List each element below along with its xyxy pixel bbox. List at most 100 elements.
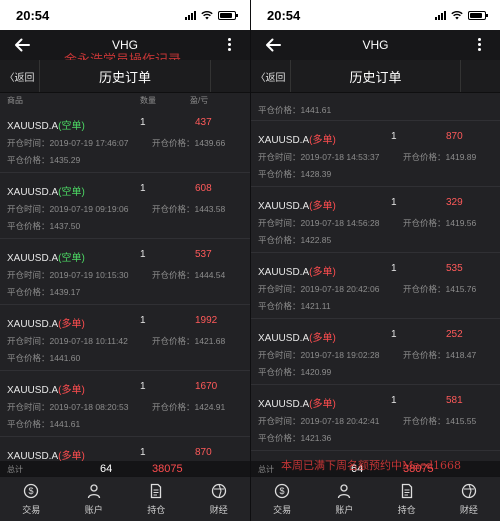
- open-time-value: 2019-07-18 10:11:42: [49, 336, 128, 346]
- return-button[interactable]: 〈返回: [251, 60, 291, 92]
- list-item-partial[interactable]: 平仓价格：1441.61: [251, 93, 500, 121]
- order-direction: (多单): [309, 201, 336, 212]
- open-price-value: 1419.56: [445, 218, 477, 228]
- tab-bar: $ 交易 账户 持仓 财经: [251, 476, 500, 521]
- dollar-coin-icon: $: [23, 483, 39, 501]
- open-price: 开仓价格：1415.55: [403, 415, 476, 427]
- battery-icon: [218, 10, 238, 20]
- open-price-value: 1421.68: [194, 336, 226, 346]
- phone-screen-right: 20:54 VHG 〈返回 历史订单 平仓价格：1441.61 XAUUSD.A…: [250, 0, 500, 521]
- open-time-value: 2019-07-19 10:15:30: [49, 270, 129, 280]
- total-label: 总计: [258, 464, 274, 474]
- order-profit: 537: [195, 249, 212, 260]
- order-quantity: 1: [140, 315, 146, 326]
- order-item[interactable]: XAUUSD.A(多单) 1 870 开仓时间：2019-07-18 14:53:37…: [251, 121, 500, 187]
- tab-dollar-coin[interactable]: $ 交易: [0, 477, 63, 521]
- open-time-value: 2019-07-19 17:46:07: [49, 138, 129, 148]
- order-quantity: 1: [391, 329, 397, 340]
- order-quantity: 1: [140, 447, 146, 458]
- close-price-value: 1441.60: [49, 353, 81, 363]
- order-symbol: XAUUSD.A(多单): [258, 197, 336, 212]
- order-item[interactable]: XAUUSD.A(空单) 1 437 开仓时间：2019-07-19 17:46:07…: [0, 107, 250, 173]
- order-symbol: XAUUSD.A(空单): [7, 249, 85, 264]
- close-price: 平仓价格：1437.50: [7, 220, 80, 232]
- close-price-value: 1422.85: [300, 235, 332, 245]
- order-profit: 535: [446, 263, 463, 274]
- finance-globe-icon: [461, 483, 477, 501]
- back-arrow-icon[interactable]: [12, 35, 32, 55]
- close-price-label: 平仓价格：: [7, 221, 50, 231]
- open-price-label: 开仓价格：: [152, 204, 195, 214]
- tab-finance-globe[interactable]: 财经: [438, 477, 500, 521]
- battery-icon: [468, 10, 488, 20]
- symbol-code: XAUUSD.A: [258, 201, 310, 212]
- close-price-label: 平仓价格：: [258, 301, 301, 311]
- close-price-label: 平仓价格：: [7, 155, 50, 165]
- tab-finance-globe[interactable]: 财经: [188, 477, 251, 521]
- svg-text:$: $: [29, 486, 34, 496]
- open-time: 开仓时间：2019-07-18 19:02:28: [258, 349, 379, 361]
- order-profit: 870: [195, 447, 212, 458]
- order-quantity: 1: [140, 381, 146, 392]
- order-item[interactable]: XAUUSD.A(多单) 1 329 开仓时间：2019-07-18 14:56:28…: [251, 187, 500, 253]
- open-price-label: 开仓价格：: [403, 218, 446, 228]
- close-price-label: 平仓价格：: [7, 287, 50, 297]
- total-quantity: 64: [100, 463, 113, 475]
- order-list: XAUUSD.A(空单) 1 437 开仓时间：2019-07-19 17:46:07…: [0, 107, 250, 503]
- order-symbol: XAUUSD.A(多单): [258, 395, 336, 410]
- more-menu-icon[interactable]: [478, 38, 482, 51]
- order-profit: 581: [446, 395, 463, 406]
- close-price-label: 平仓价格：: [7, 419, 50, 429]
- order-profit: 1992: [195, 315, 218, 326]
- open-price-label: 开仓价格：: [152, 402, 195, 412]
- order-item[interactable]: XAUUSD.A(多单) 1 252 开仓时间：2019-07-18 19:02:28…: [251, 319, 500, 385]
- back-arrow-icon[interactable]: [263, 35, 283, 55]
- tab-label: 账户: [84, 504, 103, 515]
- open-time-value: 2019-07-18 20:42:06: [300, 284, 380, 294]
- order-item[interactable]: XAUUSD.A(多单) 1 535 开仓时间：2019-07-18 20:42:06…: [251, 253, 500, 319]
- svg-text:$: $: [280, 486, 285, 496]
- open-price: 开仓价格：1424.91: [152, 401, 225, 413]
- open-price-value: 1415.76: [445, 284, 477, 294]
- wifi-icon: [451, 11, 463, 20]
- header-right-slot: [210, 60, 250, 92]
- nav-title: VHG: [111, 38, 138, 52]
- order-direction: (空单): [58, 253, 85, 264]
- tab-document[interactable]: 持仓: [125, 477, 188, 521]
- open-price-value: 1424.91: [194, 402, 226, 412]
- order-item[interactable]: XAUUSD.A(空单) 1 537 开仓时间：2019-07-19 10:15:30…: [0, 239, 250, 305]
- close-price-label: 平仓价格：: [258, 367, 301, 377]
- order-direction: (空单): [58, 121, 85, 132]
- document-icon: [148, 483, 164, 501]
- close-price: 平仓价格：1435.29: [7, 154, 80, 166]
- order-profit: 1670: [195, 381, 218, 392]
- close-price: 平仓价格：1441.60: [7, 352, 80, 364]
- order-symbol: XAUUSD.A(多单): [7, 315, 85, 330]
- return-button[interactable]: 〈返回: [0, 60, 40, 92]
- close-price-value: 1439.17: [49, 287, 81, 297]
- open-time: 开仓时间：2019-07-18 20:42:06: [258, 283, 379, 295]
- open-time-value: 2019-07-18 19:02:28: [300, 350, 380, 360]
- tab-dollar-coin[interactable]: $ 交易: [251, 477, 313, 521]
- tab-person[interactable]: 账户: [63, 477, 126, 521]
- order-item[interactable]: XAUUSD.A(空单) 1 608 开仓时间：2019-07-19 09:19:06…: [0, 173, 250, 239]
- more-menu-icon[interactable]: [228, 38, 232, 51]
- order-item[interactable]: XAUUSD.A(多单) 1 1670 开仓时间：2019-07-18 08:20:5…: [0, 371, 250, 437]
- col-profit: 盈/亏: [190, 95, 209, 105]
- total-bar: 总计 64 38075 本周已满下周名额预约中Macd1668: [251, 459, 500, 477]
- open-time-label: 开仓时间：: [7, 402, 50, 412]
- close-price-label: 平仓价格：: [258, 169, 301, 179]
- order-symbol: XAUUSD.A(空单): [7, 117, 85, 132]
- close-price-value: 1441.61: [49, 419, 81, 429]
- order-item[interactable]: XAUUSD.A(多单) 1 1992 开仓时间：2019-07-18 10:11:4…: [0, 305, 250, 371]
- col-quantity: 数量: [140, 95, 156, 105]
- open-time: 开仓时间：2019-07-18 10:11:42: [7, 335, 128, 347]
- close-price-line: 平仓价格：1441.61: [258, 105, 332, 115]
- tab-document[interactable]: 持仓: [376, 477, 438, 521]
- open-time: 开仓时间：2019-07-18 08:20:53: [7, 401, 128, 413]
- tab-person[interactable]: 账户: [313, 477, 375, 521]
- header-right-slot: [460, 60, 500, 92]
- signal-icon: [435, 10, 446, 20]
- order-item[interactable]: XAUUSD.A(多单) 1 581 开仓时间：2019-07-18 20:42:41…: [251, 385, 500, 451]
- symbol-code: XAUUSD.A: [258, 267, 310, 278]
